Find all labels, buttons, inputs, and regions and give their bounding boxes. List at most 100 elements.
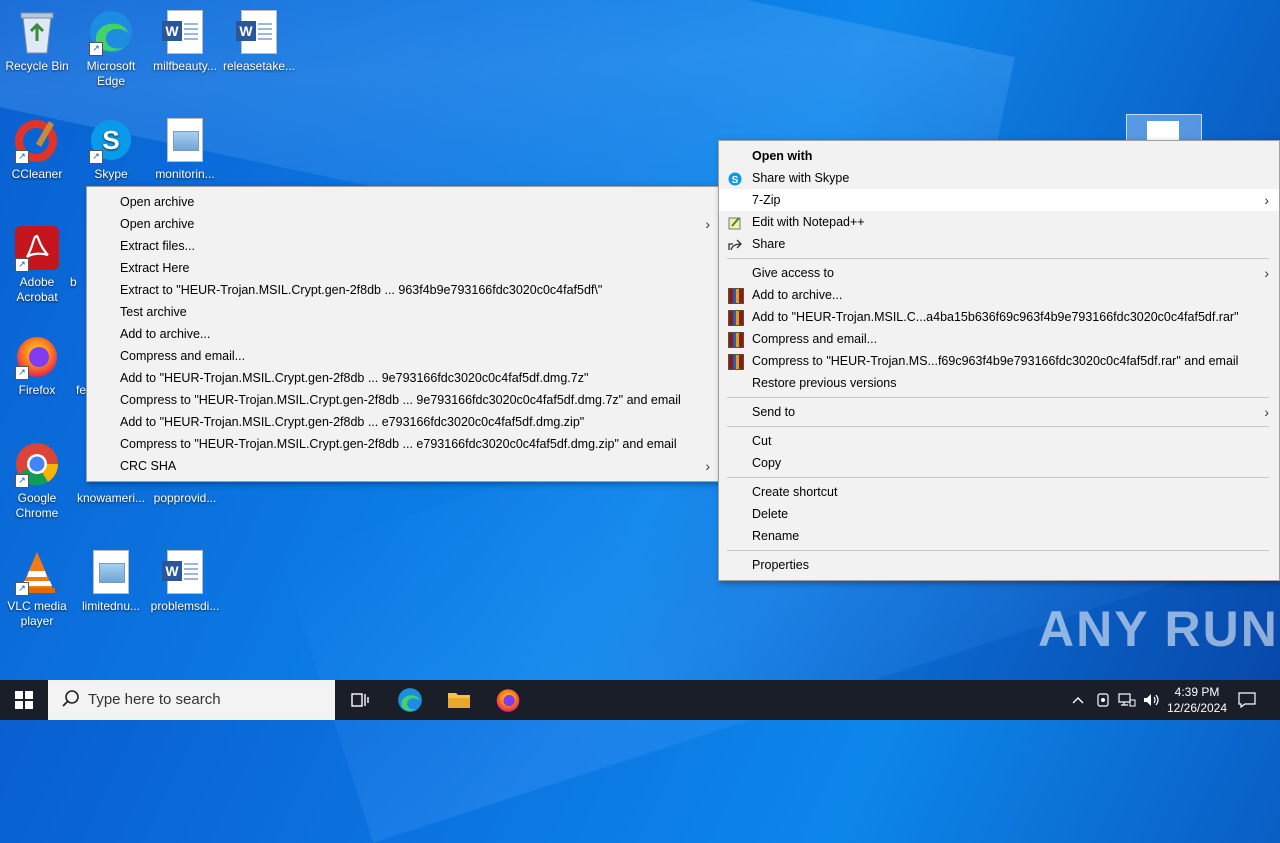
menu-item-send-to[interactable]: Send to ›: [719, 401, 1279, 423]
menu-item-edit-notepad[interactable]: Edit with Notepad++: [719, 211, 1279, 233]
menu-item-extract-here[interactable]: Extract Here: [87, 257, 720, 279]
desktop-icon-label: milfbeauty...: [153, 59, 217, 73]
desktop-icon-vlc[interactable]: ↗ VLC media player: [0, 548, 74, 629]
start-button[interactable]: [0, 680, 48, 720]
seven-zip-submenu: Open archive Open archive › Extract files…: [86, 186, 721, 482]
desktop-icon-label: knowameri...: [76, 491, 146, 505]
desktop-icon-label: Firefox: [18, 383, 56, 397]
menu-item-compress-email[interactable]: Compress and email...: [719, 328, 1279, 350]
menu-separator: [727, 550, 1269, 551]
chevron-up-icon: [1072, 697, 1084, 704]
desktop-icon-label: Skype: [94, 167, 128, 181]
desktop-icon-doc-milfbeauty[interactable]: W milfbeauty...: [148, 8, 222, 74]
chevron-right-icon: ›: [705, 216, 710, 232]
tray-network-button[interactable]: [1116, 680, 1138, 720]
desktop-icon-chrome[interactable]: ↗ Google Chrome: [0, 440, 74, 521]
menu-item-open-archive[interactable]: Open archive: [87, 191, 720, 213]
chevron-right-icon: ›: [1264, 192, 1269, 208]
menu-separator: [727, 258, 1269, 259]
file-context-menu: Open with S Share with Skype 7-Zip › Edit…: [718, 140, 1280, 581]
menu-separator: [727, 397, 1269, 398]
winrar-icon: [728, 354, 744, 370]
menu-separator: [727, 426, 1269, 427]
menu-item-add-archive[interactable]: Add to archive...: [719, 284, 1279, 306]
folder-icon: [448, 693, 470, 708]
desktop-icon-label: VLC media player: [7, 599, 67, 628]
menu-item-open-archive-sub[interactable]: Open archive ›: [87, 213, 720, 235]
desktop-icon-recycle-bin[interactable]: Recycle Bin: [0, 8, 74, 74]
taskbar-clock[interactable]: 4:39 PM 12/26/2024: [1152, 684, 1242, 716]
winrar-icon: [728, 288, 744, 304]
menu-item-compress-rar-email[interactable]: Compress to "HEUR-Trojan.MS...f69c963f4b…: [719, 350, 1279, 372]
menu-item-copy[interactable]: Copy: [719, 452, 1279, 474]
anyrun-watermark: ANY RUN: [1038, 601, 1279, 657]
menu-item-compress-7z-email[interactable]: Compress to "HEUR-Trojan.MSIL.Crypt.gen-…: [87, 389, 720, 411]
menu-item-add-7z[interactable]: Add to "HEUR-Trojan.MSIL.Crypt.gen-2f8db…: [87, 367, 720, 389]
notification-icon: [1238, 692, 1256, 708]
task-view-button[interactable]: [336, 680, 384, 720]
desktop-icon-label: popprovid...: [153, 491, 217, 505]
menu-item-add-zip[interactable]: Add to "HEUR-Trojan.MSIL.Crypt.gen-2f8db…: [87, 411, 720, 433]
menu-item-compress-zip-email[interactable]: Compress to "HEUR-Trojan.MSIL.Crypt.gen-…: [87, 433, 720, 455]
desktop-icon-label: Google Chrome: [15, 491, 59, 520]
menu-item-properties[interactable]: Properties: [719, 554, 1279, 576]
desktop-icon-ccleaner[interactable]: ↗ CCleaner: [0, 116, 74, 182]
clock-time: 4:39 PM: [1174, 685, 1220, 699]
menu-item-7zip[interactable]: 7-Zip ›: [719, 189, 1279, 211]
chevron-right-icon: ›: [1264, 265, 1269, 281]
menu-item-give-access[interactable]: Give access to ›: [719, 262, 1279, 284]
menu-item-delete[interactable]: Delete: [719, 503, 1279, 525]
word-document-icon: W: [161, 8, 209, 56]
menu-item-cut[interactable]: Cut: [719, 430, 1279, 452]
menu-item-test-archive[interactable]: Test archive: [87, 301, 720, 323]
menu-item-share-skype[interactable]: S Share with Skype: [719, 167, 1279, 189]
notepad-plus-plus-icon: [728, 215, 742, 230]
desktop-icon-doc-releasetake[interactable]: W releasetake...: [222, 8, 296, 74]
show-hidden-icons-button[interactable]: [1068, 680, 1088, 720]
menu-item-add-rar[interactable]: Add to "HEUR-Trojan.MSIL.C...a4ba15b636f…: [719, 306, 1279, 328]
search-placeholder: Type here to search: [88, 691, 221, 708]
menu-item-extract-to[interactable]: Extract to "HEUR-Trojan.MSIL.Crypt.gen-2…: [87, 279, 720, 301]
word-document-icon: W: [161, 548, 209, 596]
search-icon: [62, 680, 80, 736]
acrobat-icon: ↗: [13, 224, 61, 272]
menu-item-create-shortcut[interactable]: Create shortcut: [719, 481, 1279, 503]
menu-item-open-with[interactable]: Open with: [719, 145, 1279, 167]
menu-item-rename[interactable]: Rename: [719, 525, 1279, 547]
menu-item-restore-versions[interactable]: Restore previous versions: [719, 372, 1279, 394]
windows-logo-icon: [15, 691, 33, 709]
menu-item-crc-sha[interactable]: CRC SHA ›: [87, 455, 720, 477]
chevron-right-icon: ›: [1264, 404, 1269, 420]
share-icon: [728, 237, 742, 251]
recycle-bin-icon: [13, 8, 61, 56]
desktop-icon-monitorin[interactable]: monitorin...: [148, 116, 222, 182]
desktop-icon-label: limitednu...: [81, 599, 141, 613]
desktop-icon-limitednu[interactable]: limitednu...: [74, 548, 148, 614]
skype-icon: S: [728, 171, 742, 186]
ccleaner-icon: ↗: [13, 116, 61, 164]
menu-item-share[interactable]: Share: [719, 233, 1279, 255]
device-icon: [1097, 693, 1109, 707]
desktop-icon-skype[interactable]: S ↗ Skype: [74, 116, 148, 182]
desktop-icon-problemsdi[interactable]: W problemsdi...: [148, 548, 222, 614]
menu-item-extract-files[interactable]: Extract files...: [87, 235, 720, 257]
menu-item-add-to-archive[interactable]: Add to archive...: [87, 323, 720, 345]
image-file-icon: [87, 548, 135, 596]
tray-device-button[interactable]: [1092, 680, 1114, 720]
desktop-icon-label: Recycle Bin: [5, 59, 69, 73]
taskbar-firefox-button[interactable]: [484, 680, 532, 720]
desktop-icon-label: Microsoft Edge: [86, 59, 136, 88]
menu-item-compress-email[interactable]: Compress and email...: [87, 345, 720, 367]
desktop-icon-firefox[interactable]: ↗ Firefox: [0, 332, 74, 398]
vlc-icon: ↗: [13, 548, 61, 596]
desktop-icon-acrobat[interactable]: ↗ Adobe Acrobat: [0, 224, 74, 305]
taskbar-search-box[interactable]: Type here to search: [48, 680, 335, 720]
desktop-icon-edge[interactable]: ↗ Microsoft Edge: [74, 8, 148, 89]
taskbar-file-explorer-button[interactable]: [435, 680, 483, 720]
taskbar-edge-button[interactable]: [386, 680, 434, 720]
desktop-icon-label: problemsdi...: [150, 599, 220, 613]
desktop-icon-label: CCleaner: [11, 167, 63, 181]
image-file-icon: [161, 116, 209, 164]
notification-center-button[interactable]: [1234, 680, 1260, 720]
edge-icon: [398, 688, 422, 712]
